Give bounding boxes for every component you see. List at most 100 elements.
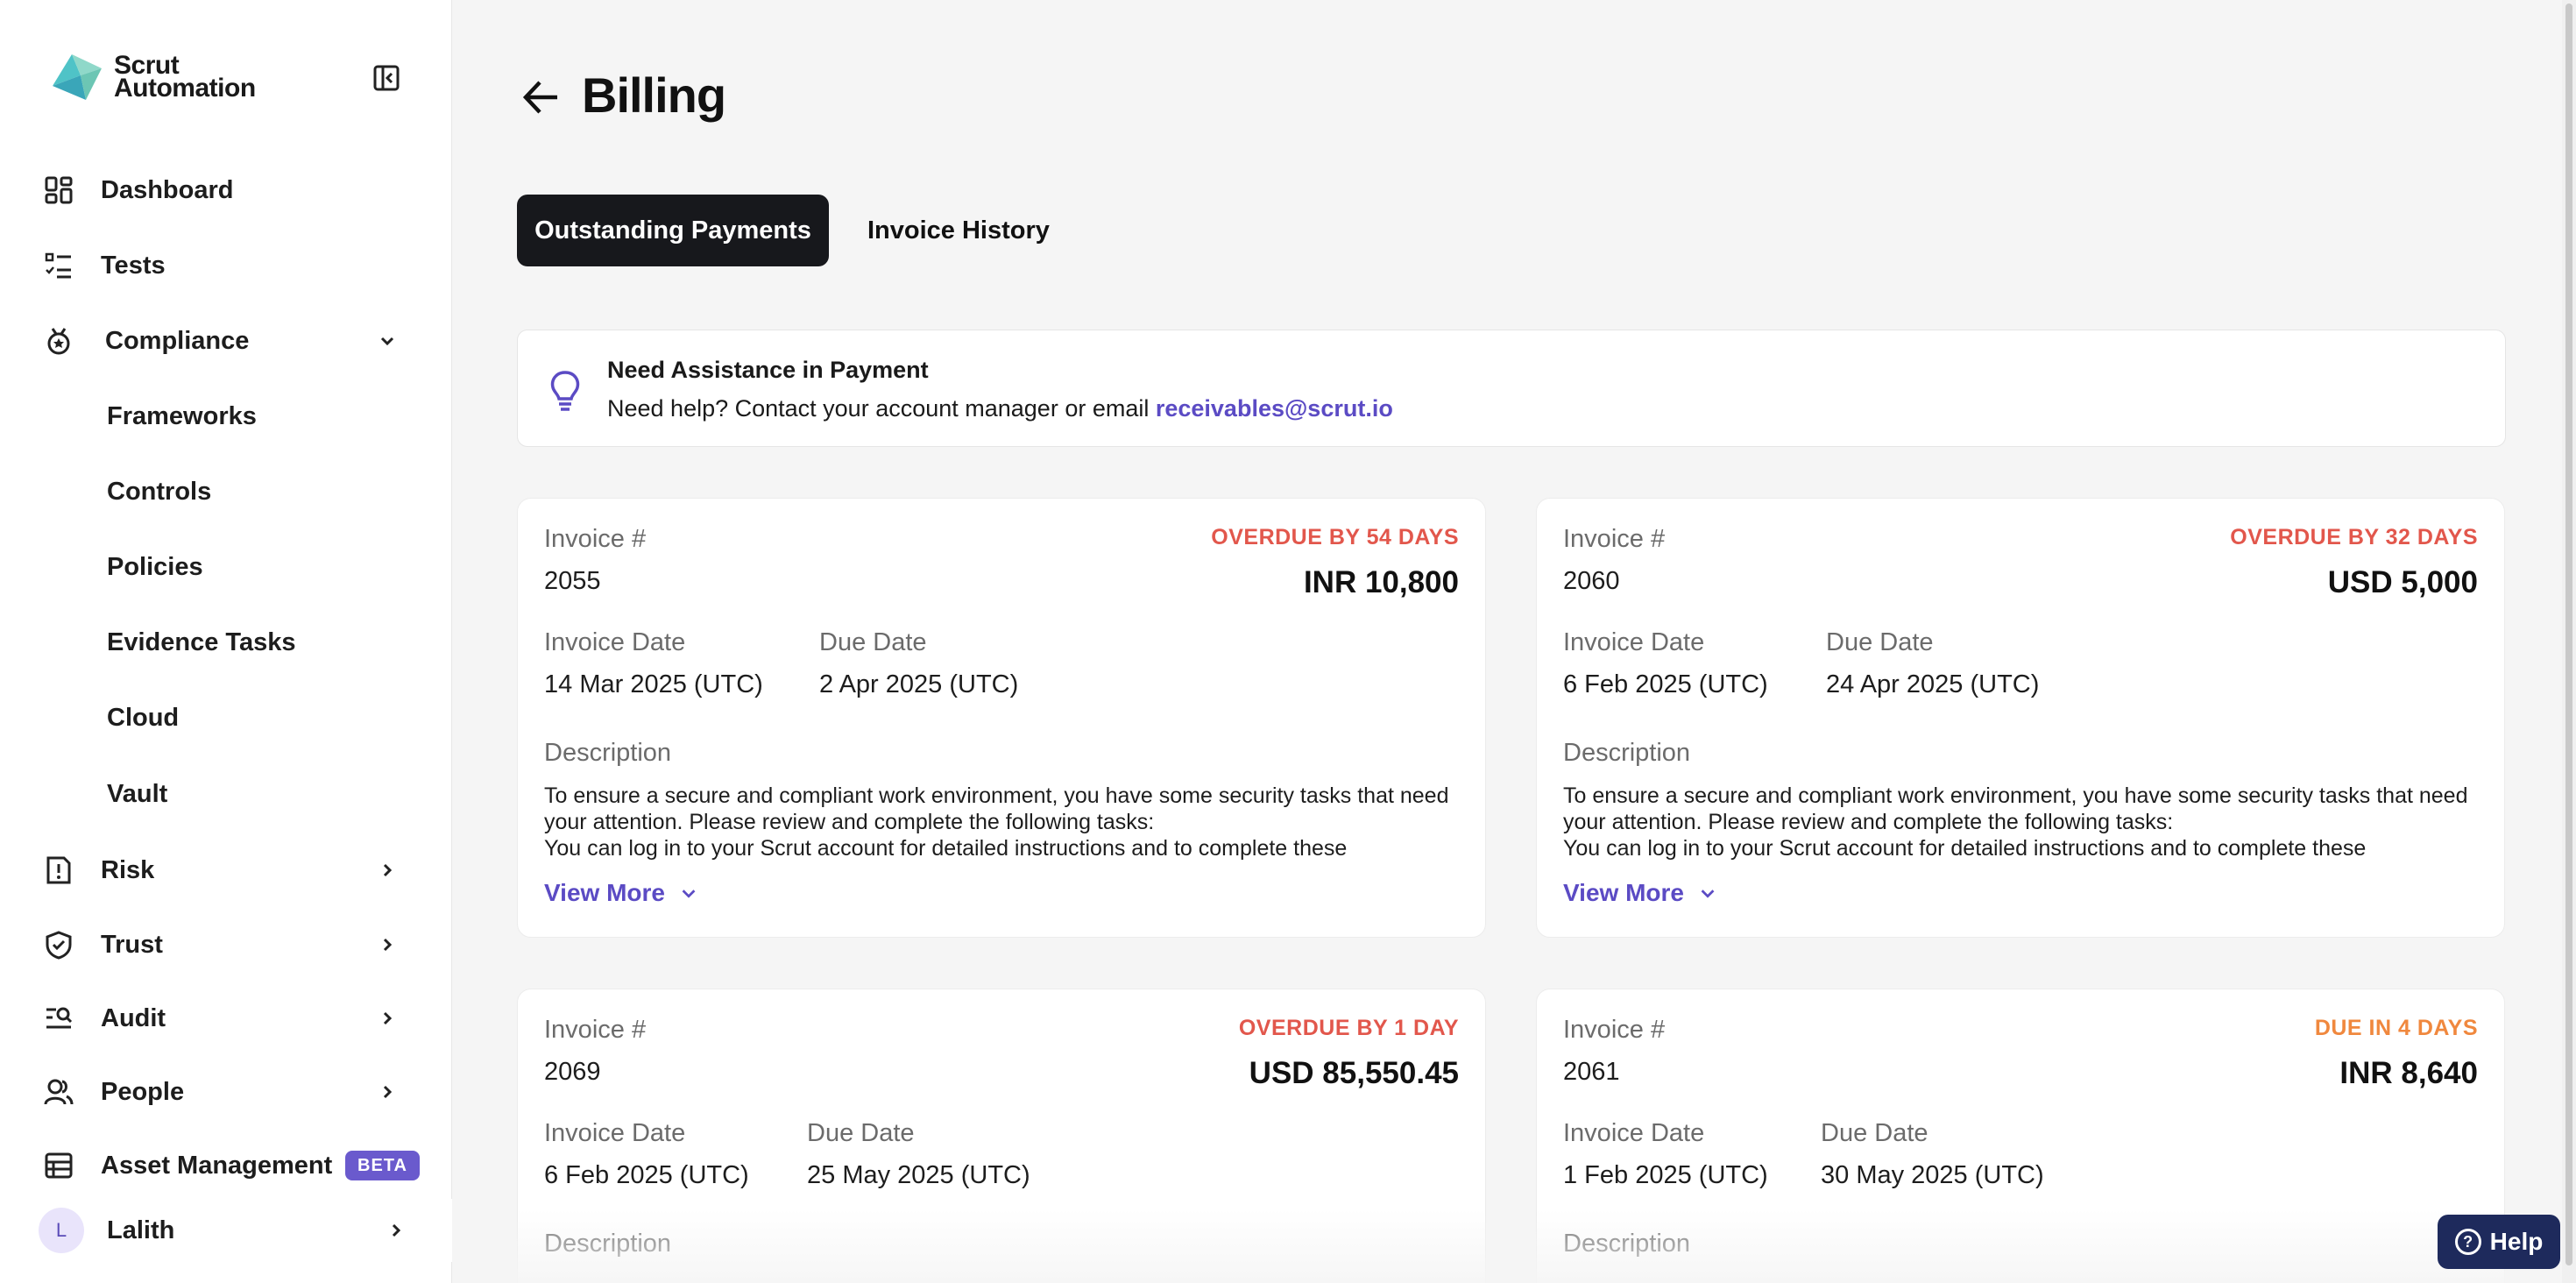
due-date: 25 May 2025 (UTC) (807, 1161, 1030, 1189)
collapse-sidebar-icon[interactable] (372, 63, 401, 93)
back-arrow-icon[interactable] (519, 75, 563, 119)
invoice-number: 2069 (544, 1058, 601, 1086)
assistance-message: Need help? Contact your account manager … (607, 395, 1156, 422)
status-badge: OVERDUE BY 1 DAY (1238, 1016, 1459, 1040)
sidebar-item-controls[interactable]: Controls (0, 464, 452, 520)
invoice-amount: USD 5,000 (2327, 565, 2478, 599)
sidebar-item-label: People (101, 1077, 185, 1106)
invoice-number-label: Invoice # (544, 1016, 647, 1044)
assistance-text: Need help? Contact your account manager … (607, 395, 1393, 422)
audit-search-icon (46, 1007, 73, 1029)
user-menu[interactable]: L Lalith (0, 1199, 452, 1262)
main-content: Billing Outstanding Payments Invoice His… (452, 0, 2576, 1283)
invoice-date: 1 Feb 2025 (UTC) (1563, 1161, 1768, 1189)
avatar: L (39, 1208, 84, 1253)
chevron-right-icon (383, 1011, 393, 1025)
risk-icon (46, 856, 71, 884)
due-date: 2 Apr 2025 (UTC) (819, 670, 1019, 698)
sidebar-item-policies[interactable]: Policies (0, 539, 452, 595)
chevron-right-icon (383, 938, 393, 952)
invoice-number: 2055 (544, 567, 601, 595)
due-date: 30 May 2025 (UTC) (1821, 1161, 2044, 1189)
invoice-card: Invoice # OVERDUE BY 32 DAYS 2060 USD 5,… (1536, 498, 2505, 938)
sidebar-item-label: Asset Management (101, 1151, 333, 1180)
sidebar-item-label: Vault (107, 779, 168, 808)
help-button[interactable]: ? Help (2438, 1215, 2560, 1269)
chevron-down-icon (380, 337, 394, 346)
sidebar-item-label: Policies (107, 552, 203, 581)
dashboard-icon (45, 176, 73, 204)
payment-assistance-banner: Need Assistance in Payment Need help? Co… (517, 330, 2506, 447)
people-icon (44, 1079, 74, 1105)
due-date-label: Due Date (1821, 1119, 1928, 1147)
logo-text-line2: Automation (114, 74, 256, 103)
sidebar-item-tests[interactable]: Tests (0, 237, 452, 294)
invoice-number-label: Invoice # (544, 525, 647, 553)
description-label: Description (544, 1230, 672, 1258)
sidebar-item-compliance[interactable]: Compliance (0, 313, 452, 369)
due-date-label: Due Date (1826, 628, 1934, 656)
sidebar-item-risk[interactable]: Risk (0, 842, 452, 898)
invoice-card: Invoice # OVERDUE BY 1 DAY 2069 USD 85,5… (517, 989, 1486, 1283)
chevron-down-icon (1701, 890, 1715, 898)
sidebar-item-evidence-tasks[interactable]: Evidence Tasks (0, 614, 452, 670)
invoice-card: Invoice # DUE IN 4 DAYS 2061 INR 8,640 I… (1536, 989, 2505, 1283)
compliance-badge-icon (47, 328, 70, 355)
asset-icon (45, 1152, 73, 1179)
invoice-description: To ensure a secure and compliant work en… (1563, 783, 2468, 861)
description-label: Description (1563, 739, 1691, 767)
invoice-date-label: Invoice Date (544, 628, 686, 656)
help-question-icon: ? (2454, 1229, 2481, 1255)
shield-check-icon (46, 931, 72, 960)
due-date: 24 Apr 2025 (UTC) (1826, 670, 2040, 698)
lightbulb-icon (550, 371, 580, 411)
invoice-date-label: Invoice Date (1563, 1119, 1705, 1147)
receivables-email-link[interactable]: receivables@scrut.io (1156, 395, 1393, 422)
beta-badge: BETA (345, 1151, 420, 1180)
due-date-label: Due Date (807, 1119, 915, 1147)
invoice-card: Invoice # OVERDUE BY 54 DAYS 2055 INR 10… (517, 498, 1486, 938)
view-more-button[interactable]: View More (1563, 879, 1717, 907)
chevron-right-icon (383, 1085, 393, 1099)
sidebar-item-audit[interactable]: Audit (0, 990, 452, 1046)
tests-icon (45, 252, 71, 279)
tab-outstanding-payments[interactable]: Outstanding Payments (517, 195, 829, 266)
view-more-label: View More (1563, 879, 1684, 906)
scrut-logo[interactable]: Scrut Automation (47, 49, 256, 105)
sidebar: Scrut Automation Dashboard Tests Complia… (0, 0, 452, 1283)
sidebar-item-dashboard[interactable]: Dashboard (0, 162, 452, 218)
description-label: Description (544, 739, 672, 767)
invoice-amount: USD 85,550.45 (1249, 1056, 1459, 1090)
sidebar-item-label: Dashboard (101, 175, 234, 204)
sidebar-item-people[interactable]: People (0, 1064, 452, 1120)
sidebar-item-label: Frameworks (107, 401, 257, 430)
sidebar-item-cloud[interactable]: Cloud (0, 690, 452, 746)
invoice-date: 14 Mar 2025 (UTC) (544, 670, 763, 698)
chevron-right-icon (383, 863, 393, 877)
status-badge: OVERDUE BY 32 DAYS (2230, 525, 2478, 549)
invoice-number-label: Invoice # (1563, 1016, 1666, 1044)
sidebar-item-label: Risk (101, 855, 155, 884)
help-label: Help (2489, 1228, 2544, 1255)
sidebar-item-asset-management[interactable]: Asset Management BETA (0, 1138, 452, 1194)
chevron-down-icon (682, 890, 696, 898)
sidebar-item-vault[interactable]: Vault (0, 766, 452, 822)
sidebar-item-frameworks[interactable]: Frameworks (0, 388, 452, 444)
view-more-button[interactable]: View More (544, 879, 698, 907)
sidebar-item-label: Tests (101, 251, 166, 280)
description-label: Description (1563, 1230, 1691, 1258)
due-date-label: Due Date (819, 628, 927, 656)
scrollbar-thumb[interactable] (2565, 4, 2572, 1265)
invoice-amount: INR 8,640 (2339, 1056, 2478, 1090)
tab-invoice-history[interactable]: Invoice History (867, 195, 1050, 266)
chevron-right-icon (392, 1223, 401, 1237)
sidebar-item-label: Cloud (107, 703, 180, 732)
invoice-date-label: Invoice Date (544, 1119, 686, 1147)
sidebar-item-label: Audit (101, 1003, 166, 1032)
invoice-date: 6 Feb 2025 (UTC) (544, 1161, 749, 1189)
sidebar-item-label: Controls (107, 477, 212, 506)
invoice-date: 6 Feb 2025 (UTC) (1563, 670, 1768, 698)
invoice-description: To ensure a secure and compliant work en… (544, 783, 1449, 861)
status-badge: OVERDUE BY 54 DAYS (1211, 525, 1459, 549)
sidebar-item-trust[interactable]: Trust (0, 917, 452, 973)
